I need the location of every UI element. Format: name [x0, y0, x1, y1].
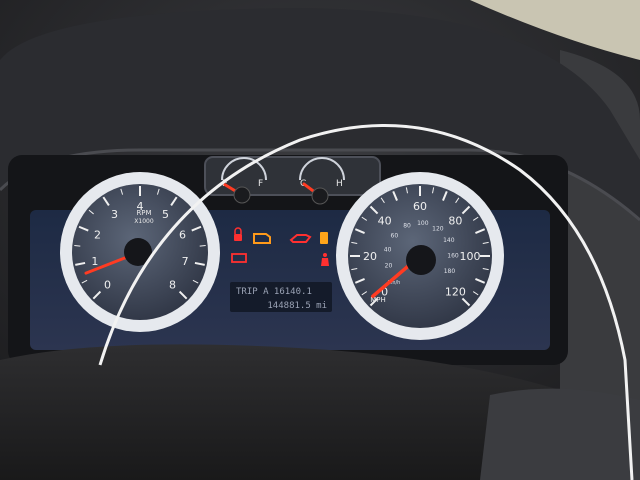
speedometer: 020406080100120 20406080 100120140160180 … [336, 172, 504, 340]
tachometer-tick-label: 6 [179, 228, 186, 241]
fuel-cap-icon [320, 232, 328, 244]
tachometer-tick-label: 3 [111, 208, 118, 221]
fuel-full-label: F [258, 179, 263, 189]
fuel-needle-hub [233, 186, 251, 204]
speedometer-inner-label: 80 [403, 223, 411, 230]
speedometer-outer-label: 20 [363, 250, 377, 263]
speedometer-inner-label: 40 [384, 247, 392, 254]
total-odometer: 144881.5 mi [267, 301, 327, 311]
tachometer-tick-label: 5 [162, 208, 169, 221]
speedometer-outer-label: 80 [448, 215, 462, 228]
tachometer-tick-label: 1 [91, 255, 98, 268]
tachometer-tick-label: 7 [182, 255, 189, 268]
tachometer-tick-label: 0 [104, 279, 111, 292]
tachometer-tick [74, 245, 81, 247]
speedometer-inner-label: 60 [391, 232, 399, 239]
speedometer-outer-label: 40 [378, 215, 392, 228]
odometer-display: TRIP A 16140.1 144881.5 mi [230, 282, 332, 312]
speedometer-inner-label: 120 [432, 225, 444, 232]
speedometer-outer-label: 120 [445, 285, 466, 298]
speedometer-hub [406, 245, 436, 275]
temp-needle-hub [311, 187, 329, 205]
tachometer-tick [199, 245, 206, 247]
speedometer-inner-label: 180 [444, 268, 456, 275]
tachometer-unit: RPM [136, 209, 151, 217]
speedometer-inner-label: 140 [443, 237, 455, 244]
tachometer-multiplier: X1000 [134, 218, 154, 225]
speedometer-inner-label: 20 [385, 263, 393, 270]
tachometer-tick-label: 8 [169, 279, 176, 292]
speedometer-inner-label: 160 [447, 252, 459, 259]
steering-wheel-column [480, 388, 640, 480]
tachometer: 012345678 RPM X1000 [60, 172, 220, 332]
temp-hot-label: H [336, 179, 343, 189]
instrument-cluster-scene: E F C H 012345678 RPM X1000 020406080100… [0, 0, 640, 480]
speedometer-outer-label: 60 [413, 200, 427, 213]
speedometer-inner-label: 100 [417, 220, 429, 227]
speedometer-outer-label: 100 [460, 250, 481, 263]
trip-odometer: TRIP A 16140.1 [236, 287, 312, 297]
tachometer-tick-label: 2 [94, 228, 101, 241]
